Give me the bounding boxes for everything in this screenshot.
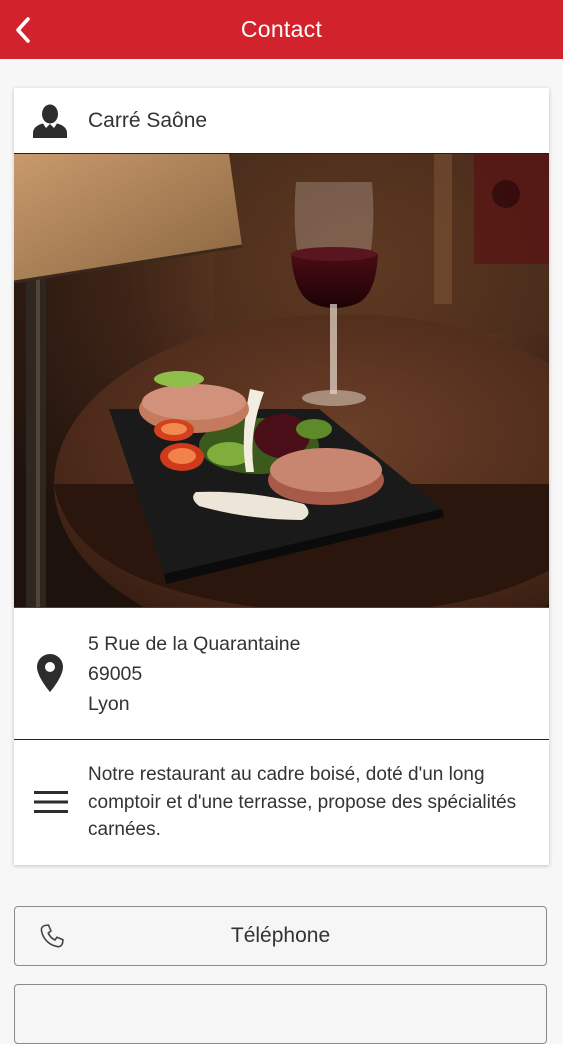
- restaurant-name: Carré Saône: [88, 109, 208, 132]
- secondary-action-button[interactable]: [14, 984, 547, 1044]
- description-text: Notre restaurant au cadre boisé, doté d'…: [88, 764, 517, 840]
- person-icon: [33, 104, 67, 138]
- address-city: Lyon: [88, 693, 130, 715]
- address-postal-code: 69005: [88, 663, 143, 685]
- restaurant-photo: [14, 154, 549, 608]
- contact-card: Carré Saône 5 Rue de la Quarantaine 6900…: [14, 88, 549, 865]
- address-row[interactable]: 5 Rue de la Quarantaine 69005 Lyon: [14, 608, 549, 740]
- menu-lines-icon: [34, 791, 68, 813]
- map-pin-icon: [37, 654, 63, 692]
- name-row: Carré Saône: [14, 88, 549, 154]
- phone-button-label: Téléphone: [230, 924, 331, 947]
- description-row: Notre restaurant au cadre boisé, doté d'…: [14, 740, 549, 865]
- phone-button[interactable]: Téléphone: [14, 906, 547, 966]
- address-street: 5 Rue de la Quarantaine: [88, 633, 301, 655]
- page-title: Contact: [240, 16, 323, 42]
- top-bar: Contact: [0, 0, 563, 59]
- address-text: 5 Rue de la Quarantaine 69005 Lyon: [88, 629, 300, 719]
